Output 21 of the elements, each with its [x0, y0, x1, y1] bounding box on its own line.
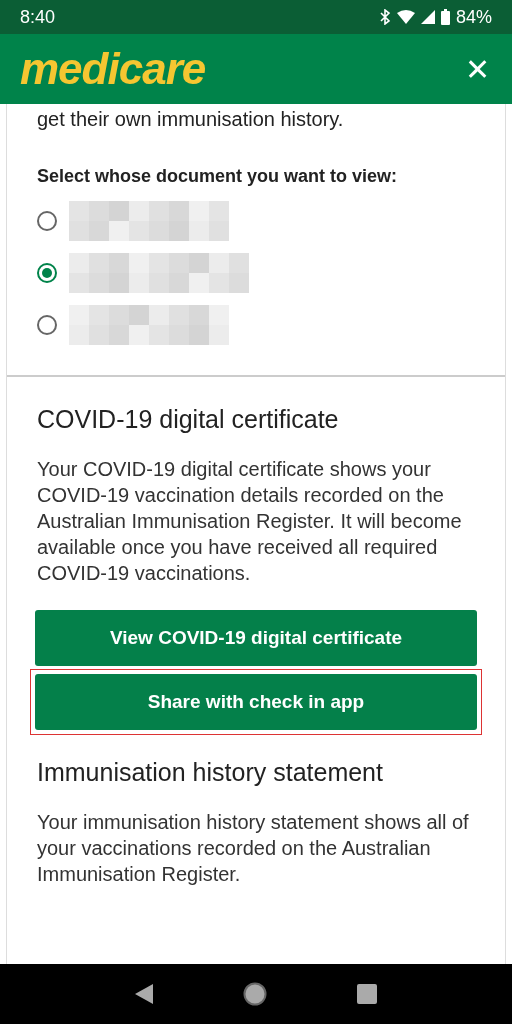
bluetooth-icon: [378, 9, 391, 25]
selector-label: Select whose document you want to view:: [37, 166, 399, 187]
battery-icon: [440, 9, 450, 25]
action-button[interactable]: Share with check in app: [35, 674, 477, 730]
section-title: COVID-19 digital certificate: [37, 405, 340, 434]
time: 8:40: [20, 6, 56, 28]
battery-level: 84%: [455, 6, 492, 28]
intro-text: get their own immunisation history.: [37, 107, 345, 132]
signal-icon: [420, 10, 435, 24]
section-title: Immunisation history statement: [37, 758, 384, 787]
wifi-icon: [396, 10, 415, 24]
radio-button[interactable]: [37, 263, 57, 283]
back-icon[interactable]: [135, 984, 153, 1004]
radio-button[interactable]: [37, 315, 57, 335]
section-text: Your COVID-19 digital certificate shows your COVID-19 vaccination details recorded on the Australian Immunisation Register. It will become available once you have received all required COVID-19 vaccinations.: [37, 457, 463, 586]
radio-button[interactable]: [37, 211, 57, 231]
logo: medicare: [20, 44, 206, 94]
section-text: Your immunisation history statement shows all of your vaccinations recorded on the Australian Immunisation Register.: [37, 810, 470, 887]
close-button[interactable]: ✕: [461, 51, 494, 87]
action-button[interactable]: View COVID-19 digital certificate: [35, 610, 477, 666]
home-icon[interactable]: [243, 982, 267, 1006]
